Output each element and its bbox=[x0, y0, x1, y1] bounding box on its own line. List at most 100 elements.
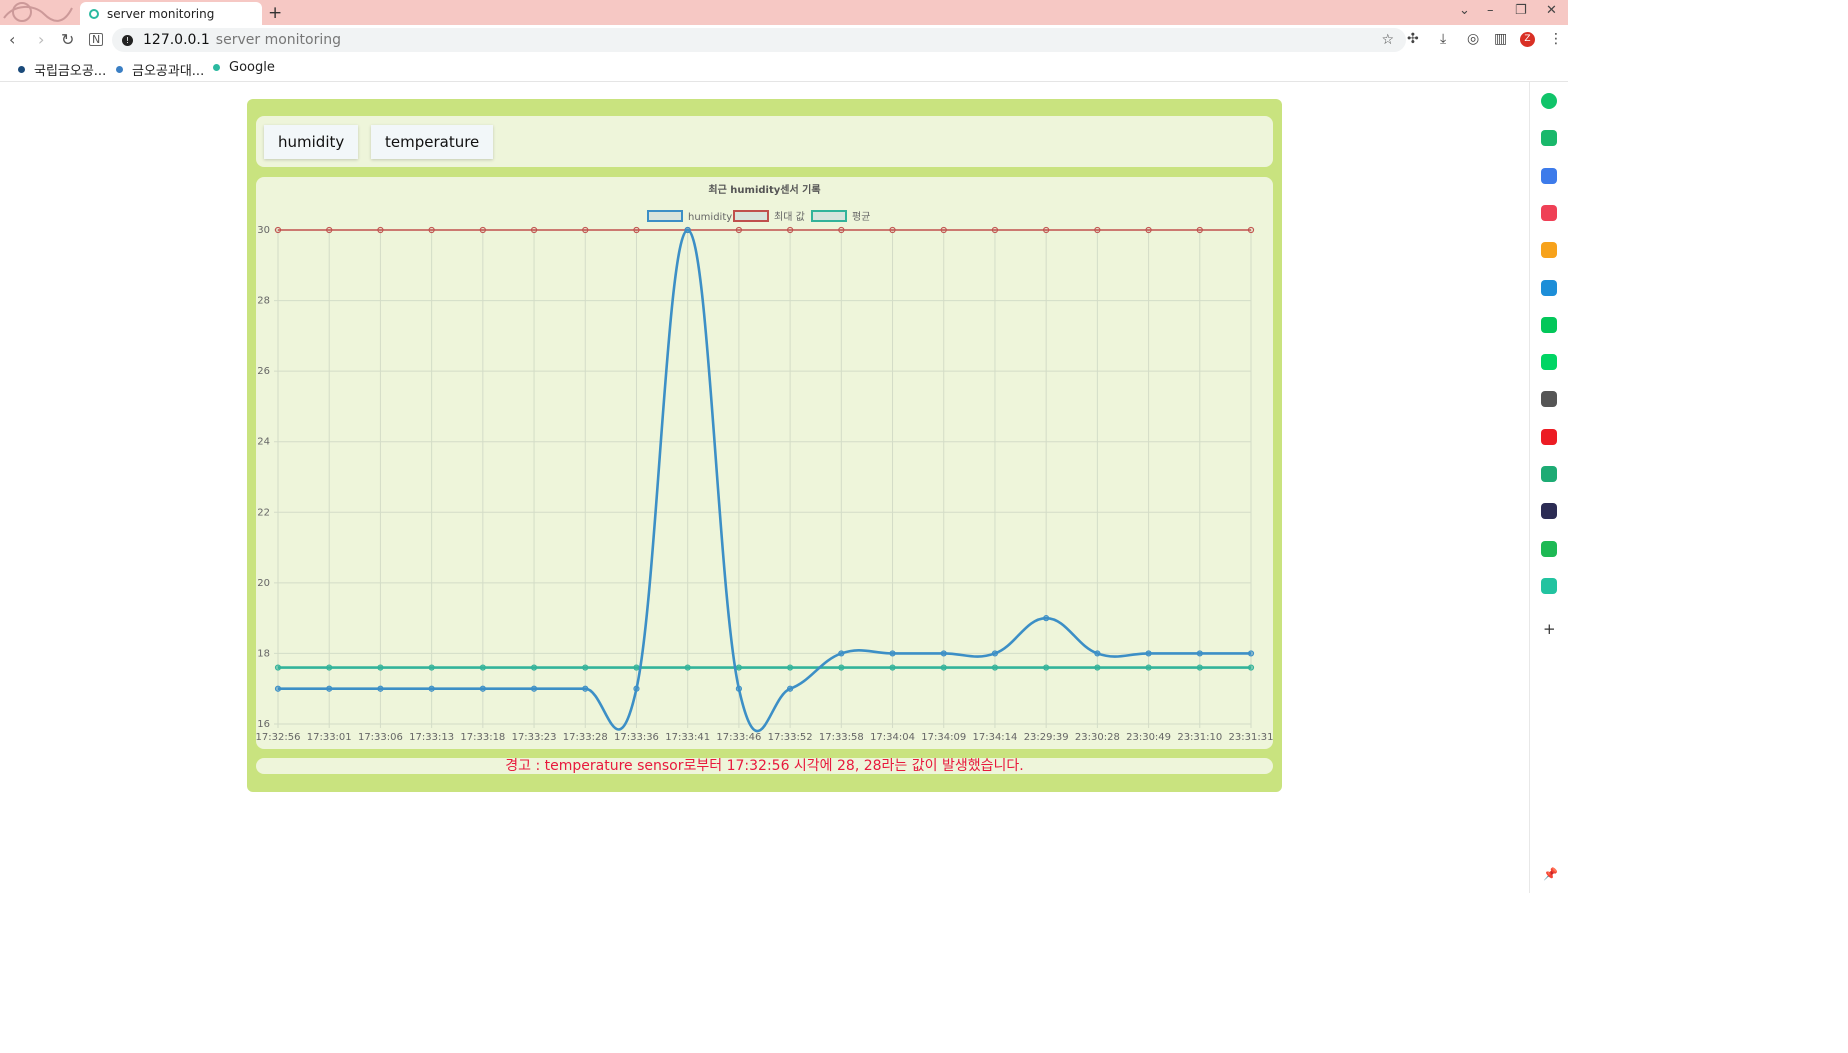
data-point bbox=[530, 226, 538, 234]
extensions-icon[interactable]: ✣ bbox=[1407, 31, 1419, 47]
star-icon[interactable] bbox=[1541, 242, 1557, 259]
data-point bbox=[633, 685, 640, 692]
x-tick-label: 17:33:58 bbox=[819, 732, 864, 743]
data-point bbox=[326, 664, 333, 671]
site-info-icon[interactable]: ! bbox=[122, 34, 133, 46]
webtoon-icon[interactable] bbox=[1541, 354, 1557, 371]
data-point bbox=[274, 226, 282, 234]
bookmark-label: 국립금오공... bbox=[34, 64, 107, 79]
x-tick-label: 17:32:56 bbox=[256, 732, 300, 743]
back-icon[interactable]: ‹ bbox=[9, 30, 15, 49]
bookmark-favicon-icon bbox=[18, 66, 25, 73]
x-tick-label: 23:29:39 bbox=[1024, 732, 1069, 743]
y-tick-label: 28 bbox=[257, 296, 270, 307]
sidepanel-toggle-icon[interactable]: ▥ bbox=[1494, 31, 1507, 47]
data-point bbox=[889, 664, 896, 671]
forward-icon[interactable]: › bbox=[38, 30, 44, 49]
data-point bbox=[1247, 664, 1255, 671]
x-tick-label: 17:33:23 bbox=[512, 732, 557, 743]
pin-icon[interactable]: 📌 bbox=[1543, 867, 1558, 881]
bookmark-item[interactable]: 국립금오공... bbox=[18, 60, 106, 79]
data-point bbox=[991, 650, 999, 657]
notification-icon[interactable] bbox=[1541, 130, 1557, 147]
data-point bbox=[1043, 664, 1050, 671]
legend-label: 최대 값 bbox=[774, 211, 805, 223]
bookmark-item[interactable]: Google bbox=[213, 60, 275, 75]
data-point bbox=[530, 685, 538, 692]
minimize-icon[interactable]: – bbox=[1487, 3, 1494, 18]
download-icon[interactable]: ⤓ bbox=[1440, 31, 1446, 47]
y-tick-label: 20 bbox=[257, 578, 270, 589]
address-host: 127.0.0.1 bbox=[143, 32, 210, 48]
data-point bbox=[1196, 650, 1203, 657]
edge-icon[interactable] bbox=[1541, 279, 1557, 296]
legend-swatch bbox=[733, 210, 769, 222]
data-point bbox=[889, 650, 896, 657]
y-tick-label: 18 bbox=[257, 648, 270, 659]
x-tick-label: 17:33:18 bbox=[460, 732, 505, 743]
x-tick-label: 17:34:04 bbox=[870, 732, 915, 743]
tab-search-icon[interactable]: ⌄ bbox=[1459, 3, 1470, 18]
address-bar[interactable]: ! 127.0.0.1 server monitoring ☆ bbox=[112, 28, 1406, 52]
data-point bbox=[274, 664, 282, 671]
bookmark-star-icon[interactable]: ☆ bbox=[1381, 32, 1394, 48]
profile-avatar[interactable]: Z bbox=[1520, 32, 1535, 47]
tab-favicon-icon bbox=[89, 8, 99, 19]
pocket-icon[interactable] bbox=[1541, 204, 1557, 221]
y-tick-label: 22 bbox=[257, 507, 270, 518]
x-tick-label: 17:33:46 bbox=[716, 732, 761, 743]
chatgpt-icon[interactable] bbox=[1541, 93, 1557, 109]
data-point bbox=[1043, 615, 1050, 622]
data-point bbox=[684, 226, 691, 234]
bookmark-item[interactable]: 금오공과대... bbox=[116, 60, 204, 79]
data-point bbox=[377, 226, 384, 234]
briefcase-icon[interactable] bbox=[1541, 167, 1557, 184]
humidity-button[interactable]: humidity bbox=[264, 125, 359, 159]
reload-icon[interactable]: ↻ bbox=[61, 30, 74, 49]
legend-label: 평균 bbox=[852, 211, 870, 223]
bookmarks-bar: 국립금오공... 금오공과대... Google bbox=[0, 55, 1568, 82]
data-point bbox=[530, 664, 538, 671]
data-point bbox=[1196, 226, 1203, 234]
gallery-icon[interactable] bbox=[1541, 391, 1557, 408]
data-point bbox=[582, 685, 589, 692]
play-icon[interactable] bbox=[1541, 577, 1557, 594]
add-app-icon[interactable]: + bbox=[1543, 620, 1556, 638]
data-point bbox=[991, 664, 999, 671]
x-tick-label: 17:33:41 bbox=[665, 732, 710, 743]
close-icon[interactable]: ✕ bbox=[1546, 3, 1557, 18]
side-panel: + 📌 bbox=[1529, 82, 1569, 893]
x-tick-label: 23:31:31 bbox=[1229, 732, 1273, 743]
data-point bbox=[633, 664, 640, 671]
screenshot-icon[interactable]: ◎ bbox=[1467, 31, 1479, 47]
browser-tab[interactable]: server monitoring bbox=[80, 2, 262, 25]
new-tab-button[interactable]: + bbox=[268, 3, 282, 23]
data-point bbox=[1145, 664, 1152, 671]
bookmark-favicon-icon bbox=[213, 64, 220, 71]
data-point bbox=[582, 226, 589, 234]
y-tick-label: 30 bbox=[257, 225, 270, 236]
wow-icon[interactable] bbox=[1541, 428, 1557, 445]
data-point bbox=[838, 226, 845, 234]
tab-title: server monitoring bbox=[107, 6, 215, 21]
data-point bbox=[991, 226, 999, 234]
monitor-panel: humidity temperature 최근 humidity센서 기록 hum… bbox=[247, 99, 1282, 792]
restore-icon[interactable]: ❐ bbox=[1515, 3, 1527, 18]
x-tick-label: 17:33:01 bbox=[307, 732, 352, 743]
x-tick-label: 17:33:52 bbox=[768, 732, 813, 743]
naver-icon[interactable] bbox=[1541, 316, 1557, 333]
note-icon[interactable]: N bbox=[89, 33, 104, 46]
data-point bbox=[838, 650, 845, 657]
dino-icon[interactable] bbox=[1541, 503, 1557, 520]
data-point bbox=[326, 685, 333, 692]
data-point bbox=[1094, 226, 1101, 234]
owl-icon[interactable] bbox=[1541, 466, 1557, 482]
data-point bbox=[479, 664, 486, 671]
x-tick-label: 17:33:06 bbox=[358, 732, 403, 743]
y-tick-label: 16 bbox=[257, 719, 270, 730]
menu-icon[interactable]: ⋮ bbox=[1549, 31, 1563, 47]
browser-toolbar: ‹ › ↻ N ! 127.0.0.1 server monitoring ☆ … bbox=[0, 25, 1568, 55]
temperature-button[interactable]: temperature bbox=[371, 125, 494, 159]
spotify-icon[interactable] bbox=[1541, 540, 1557, 557]
data-point bbox=[889, 226, 896, 234]
